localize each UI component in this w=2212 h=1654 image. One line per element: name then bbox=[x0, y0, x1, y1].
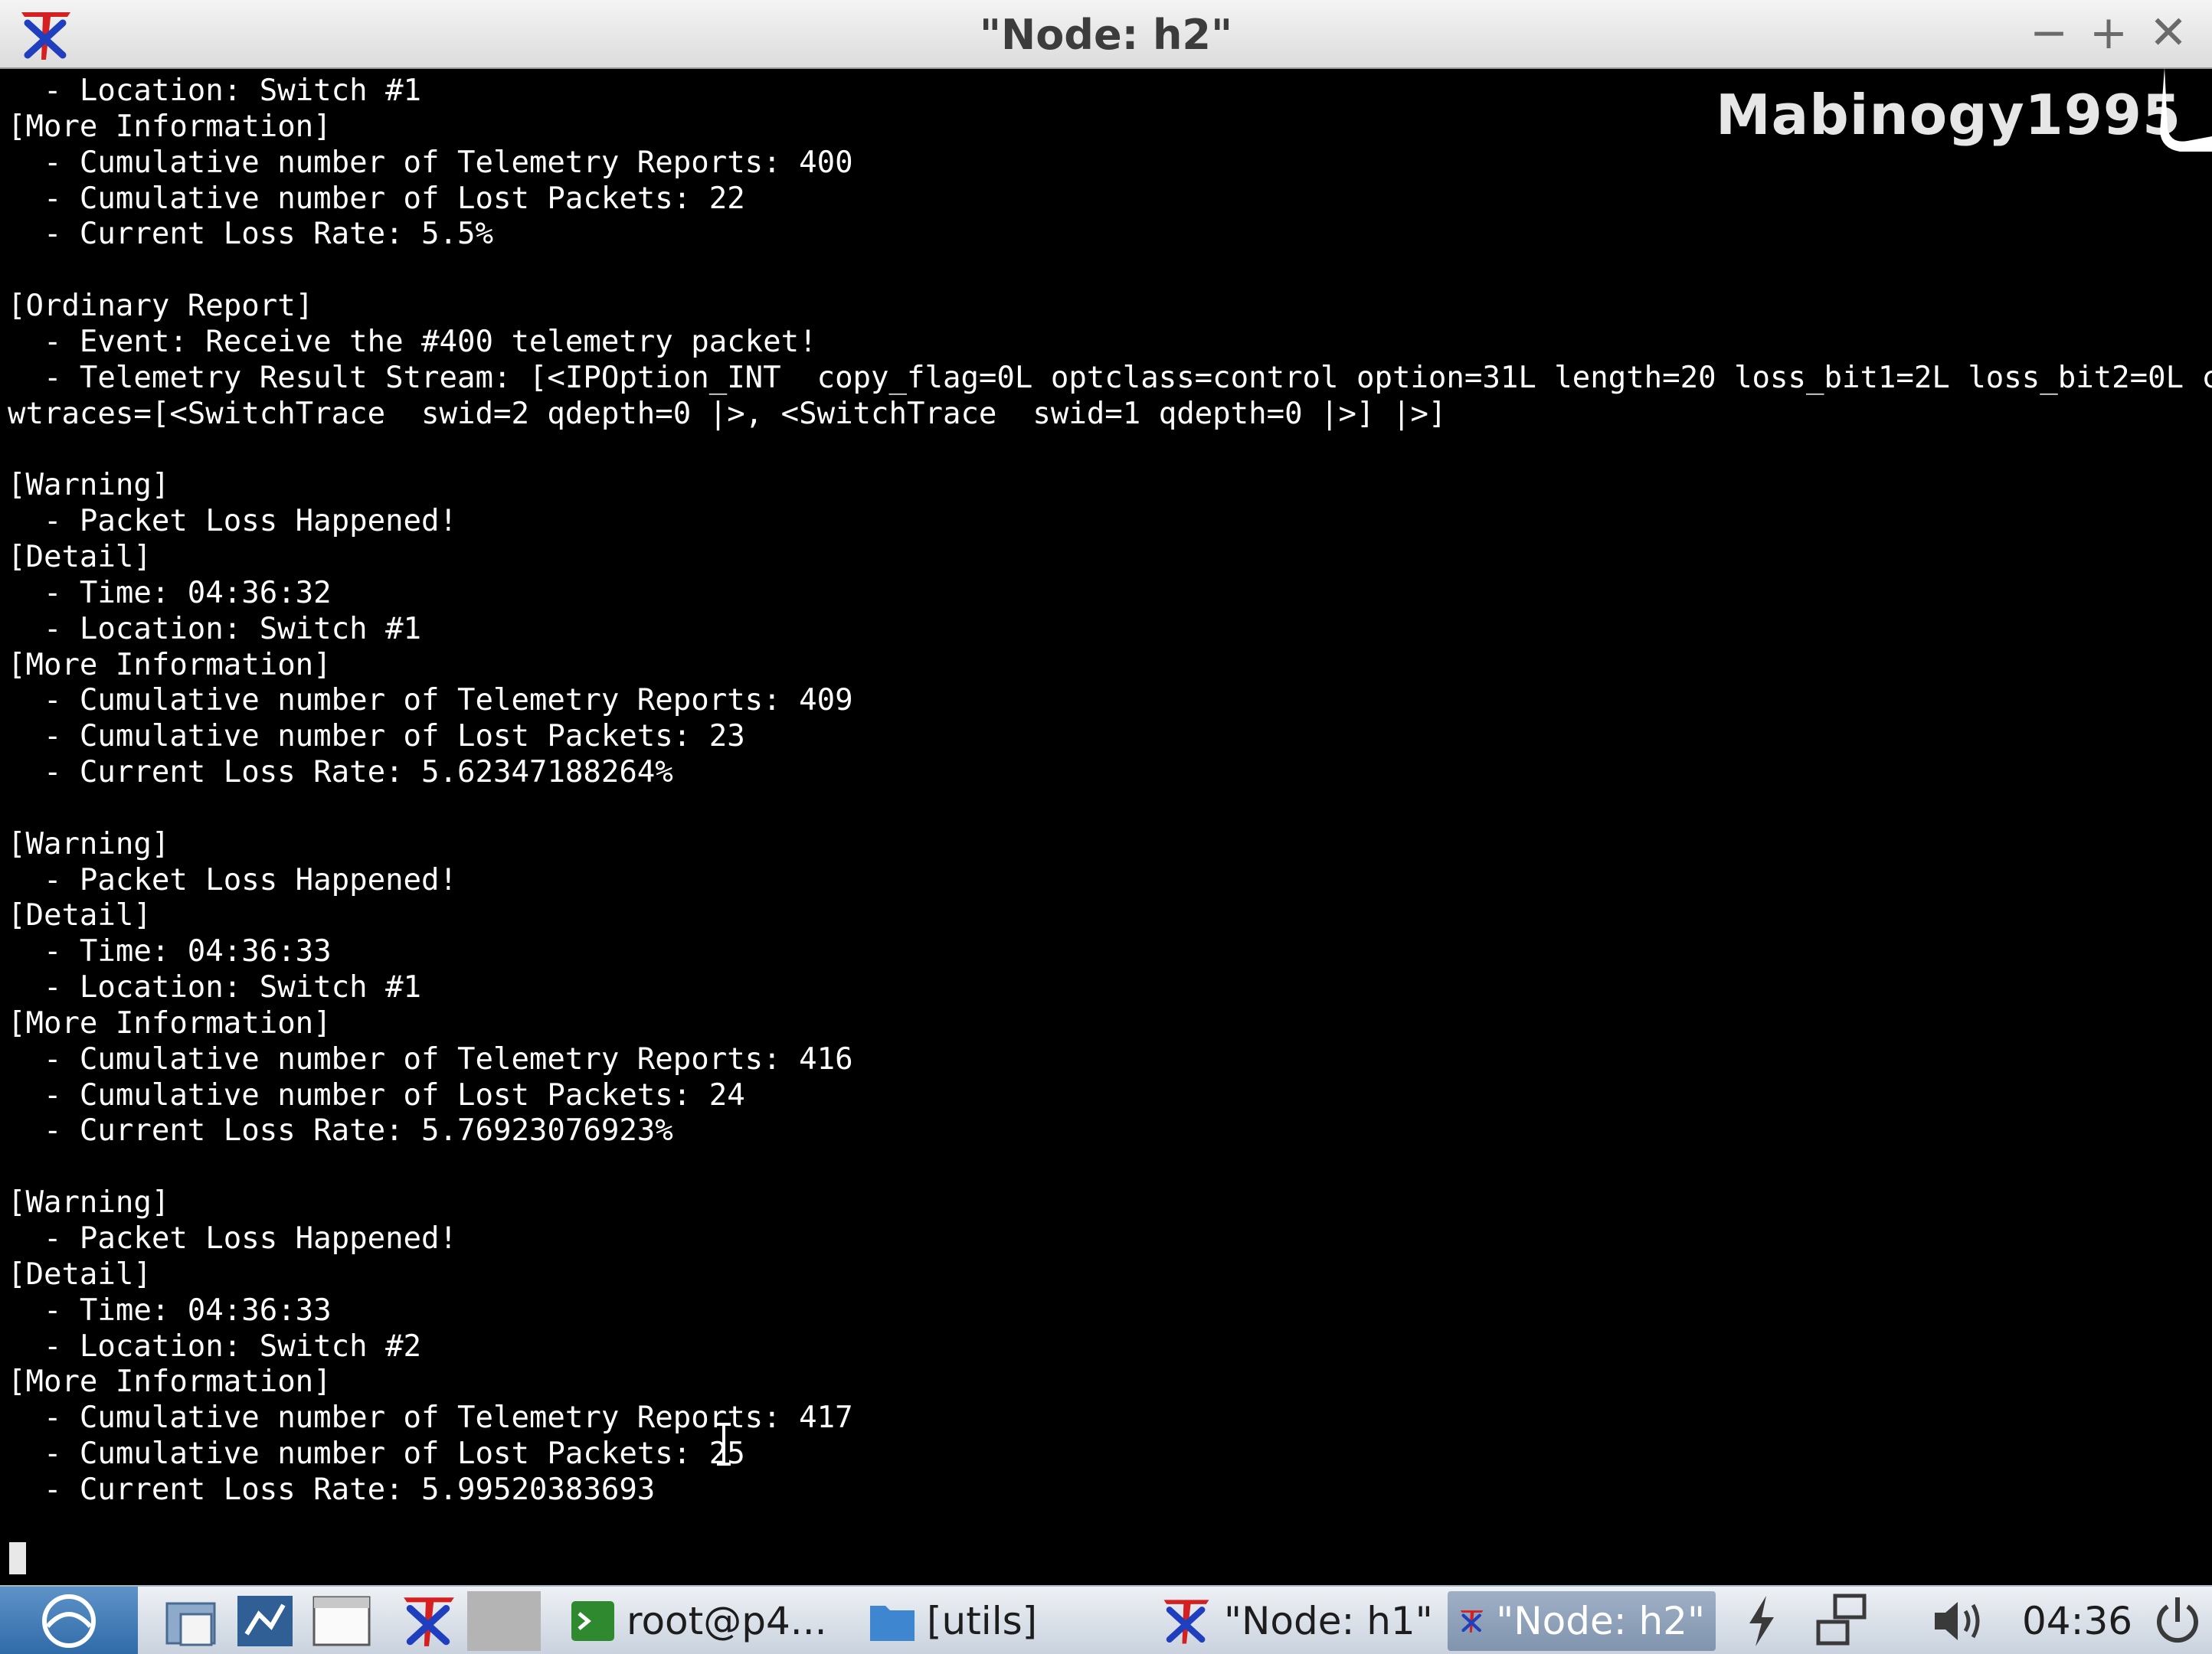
window-titlebar[interactable]: "Node: h2" − + ✕ bbox=[0, 0, 2212, 69]
terminal-line: - Cumulative number of Lost Packets: 23 bbox=[8, 719, 745, 754]
terminal-line: - Cumulative number of Telemetry Reports… bbox=[8, 1041, 853, 1077]
terminal-line: - Time: 04:36:33 bbox=[8, 1293, 332, 1328]
network-launcher-icon[interactable] bbox=[234, 1591, 296, 1651]
terminal-line: - Telemetry Result Stream: [<IPOption_IN… bbox=[8, 360, 2212, 395]
terminal-line: - Cumulative number of Telemetry Reports… bbox=[8, 145, 853, 180]
taskbar-item-label: [utils] bbox=[927, 1599, 1038, 1643]
terminal-line: [Warning] bbox=[8, 826, 170, 861]
taskbar-item-terminal[interactable]: root@p4... bbox=[559, 1591, 837, 1651]
start-menu-button[interactable] bbox=[0, 1587, 138, 1654]
terminal-line: [Ordinary Report] bbox=[8, 289, 314, 324]
terminal-line: [More Information] bbox=[8, 1005, 332, 1041]
terminal-icon bbox=[571, 1601, 614, 1641]
terminal-line: - Packet Loss Happened! bbox=[8, 1221, 457, 1256]
terminal-line: [More Information] bbox=[8, 647, 332, 682]
network-status-icon[interactable] bbox=[1812, 1591, 1873, 1651]
taskbar-item-label: "Node: h1" bbox=[1224, 1599, 1433, 1643]
terminal-line: - Current Loss Rate: 5.99520383693 bbox=[8, 1472, 656, 1507]
minimize-button[interactable]: − bbox=[2022, 6, 2076, 60]
terminal-line: - Location: Switch #1 bbox=[8, 74, 422, 108]
terminal-line: [Warning] bbox=[8, 1185, 170, 1221]
window-title: "Node: h2" bbox=[979, 11, 1233, 59]
blank-launcher[interactable] bbox=[467, 1591, 541, 1651]
taskbar: root@p4... [utils] "Node: h1" "Node: h2" bbox=[0, 1585, 2212, 1654]
terminal-line: - Time: 04:36:33 bbox=[8, 934, 332, 969]
terminal-line: - Location: Switch #2 bbox=[8, 1329, 422, 1364]
terminal-line: - Packet Loss Happened! bbox=[8, 862, 457, 897]
power-manager-icon[interactable] bbox=[1739, 1591, 1785, 1651]
taskbar-item-label: "Node: h2" bbox=[1496, 1599, 1705, 1643]
terminal-line: - Cumulative number of Lost Packets: 25 bbox=[8, 1437, 745, 1472]
terminal-output[interactable]: - Location: Switch #1 [More Information]… bbox=[0, 70, 2212, 1585]
terminal-line: - Event: Receive the #400 telemetry pack… bbox=[8, 324, 817, 359]
maximize-button[interactable]: + bbox=[2082, 6, 2135, 60]
terminal-line: - Packet Loss Happened! bbox=[8, 504, 457, 539]
terminal-line: - Time: 04:36:32 bbox=[8, 575, 332, 610]
terminal-line: [More Information] bbox=[8, 109, 332, 144]
terminal-line: - Current Loss Rate: 5.5% bbox=[8, 217, 493, 252]
terminal-line: - Current Loss Rate: 5.76923076923% bbox=[8, 1113, 673, 1149]
terminal-line: - Cumulative number of Telemetry Reports… bbox=[8, 683, 853, 718]
xterm-launcher-icon[interactable] bbox=[398, 1591, 460, 1651]
terminal-line: - Cumulative number of Lost Packets: 24 bbox=[8, 1077, 745, 1113]
terminal-line: [Detail] bbox=[8, 539, 152, 574]
taskbar-item-node-h1[interactable]: "Node: h1" bbox=[1149, 1591, 1444, 1651]
close-button[interactable]: ✕ bbox=[2142, 6, 2195, 60]
terminal-line: - Current Loss Rate: 5.62347188264% bbox=[8, 755, 673, 790]
terminal-line: [Detail] bbox=[8, 1257, 152, 1292]
taskbar-item-folder[interactable]: [utils] bbox=[858, 1591, 1048, 1651]
taskbar-item-label: root@p4... bbox=[627, 1599, 827, 1643]
xterm-icon bbox=[1460, 1610, 1484, 1633]
terminal-line: [Warning] bbox=[8, 468, 170, 503]
watermark-logo bbox=[2160, 67, 2212, 152]
window-launcher-icon[interactable] bbox=[309, 1591, 374, 1651]
terminal-line: - Location: Switch #1 bbox=[8, 970, 422, 1005]
terminal-text: - Location: Switch #1 [More Information]… bbox=[8, 74, 2212, 1509]
terminal-line: [Detail] bbox=[8, 898, 152, 933]
watermark-text: Mabinogy1995 bbox=[1716, 83, 2182, 147]
volume-icon[interactable] bbox=[1929, 1591, 1990, 1651]
terminal-line: [More Information] bbox=[8, 1365, 332, 1400]
folder-icon bbox=[870, 1606, 915, 1641]
terminal-line: - Location: Switch #1 bbox=[8, 611, 422, 646]
start-menu-icon bbox=[42, 1594, 96, 1648]
xterm-icon bbox=[1163, 1600, 1209, 1644]
clock[interactable]: 04:36 bbox=[2022, 1594, 2137, 1648]
terminal-line: wtraces=[<SwitchTrace swid=2 qdepth=0 |>… bbox=[8, 396, 1447, 431]
text-cursor bbox=[9, 1542, 26, 1574]
file-manager-launcher-icon[interactable] bbox=[161, 1591, 222, 1651]
ibeam-cursor-icon bbox=[717, 1423, 731, 1466]
screen: "Node: h2" − + ✕ - Location: Switch #1 [… bbox=[0, 0, 2212, 1654]
taskbar-item-node-h2[interactable]: "Node: h2" bbox=[1448, 1591, 1716, 1651]
terminal-line: - Cumulative number of Lost Packets: 22 bbox=[8, 181, 745, 216]
power-icon[interactable] bbox=[2151, 1591, 2204, 1651]
